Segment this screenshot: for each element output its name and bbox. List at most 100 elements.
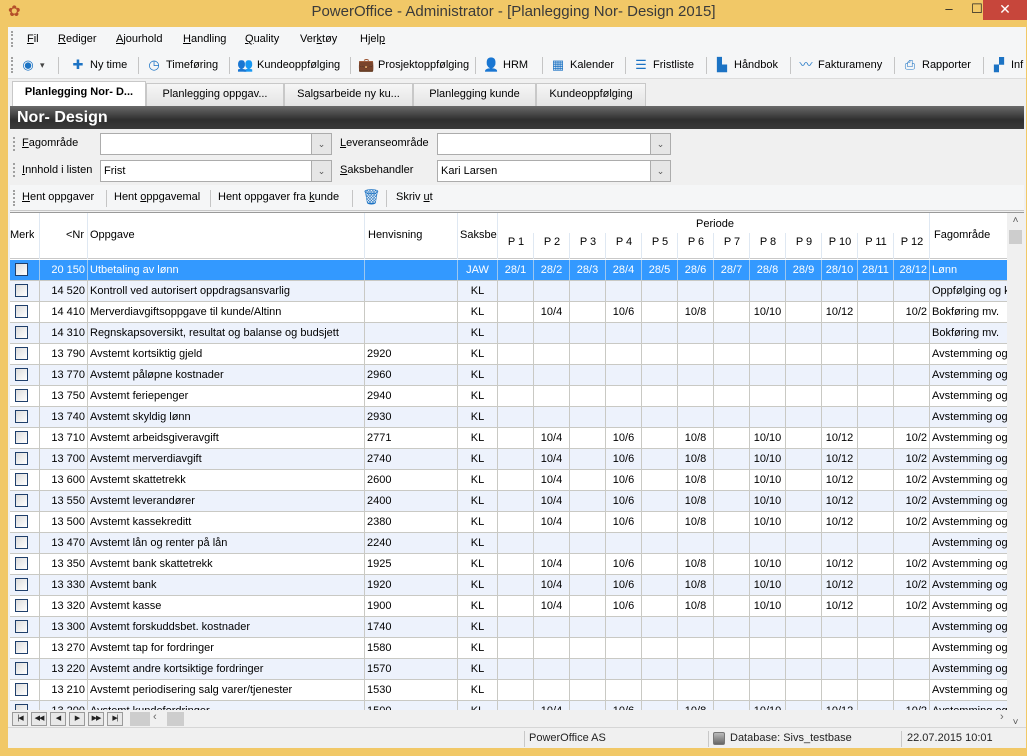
tab-4[interactable]: Kundeoppfølging	[536, 83, 646, 106]
table-row[interactable]: 13 330 Avstemt bank 1920 KL 10/4 10/6 10/8 10/1…	[10, 575, 1010, 596]
period-cell[interactable]	[858, 323, 894, 343]
period-cell[interactable]: 10/10	[750, 596, 786, 616]
period-cell[interactable]	[642, 281, 678, 301]
row-checkbox[interactable]	[15, 347, 28, 360]
period-cell[interactable]: 10/12	[822, 512, 858, 532]
period-cell[interactable]	[534, 617, 570, 637]
period-cell[interactable]	[642, 533, 678, 553]
tab-3[interactable]: Planlegging kunde	[413, 83, 536, 106]
period-cell[interactable]	[822, 659, 858, 679]
period-cell[interactable]: 10/12	[822, 449, 858, 469]
period-cell[interactable]	[822, 617, 858, 637]
period-cell[interactable]	[498, 344, 534, 364]
period-cell[interactable]	[642, 575, 678, 595]
period-cell[interactable]: 10/10	[750, 575, 786, 595]
period-cell[interactable]	[786, 365, 822, 385]
period-cell[interactable]	[750, 638, 786, 658]
table-row[interactable]: 20 150 Utbetaling av lønn JAW 28/1 28/2 28/3 2…	[10, 260, 1010, 281]
period-cell[interactable]	[642, 302, 678, 322]
period-cell[interactable]	[714, 365, 750, 385]
period-cell[interactable]: 28/10	[822, 260, 858, 280]
period-cell[interactable]	[714, 533, 750, 553]
period-cell[interactable]	[822, 638, 858, 658]
row-checkbox[interactable]	[15, 620, 28, 633]
period-cell[interactable]	[498, 575, 534, 595]
row-checkbox[interactable]	[15, 515, 28, 528]
period-cell[interactable]: 10/2	[894, 554, 930, 574]
period-cell[interactable]	[570, 344, 606, 364]
period-cell[interactable]	[714, 491, 750, 511]
row-checkbox[interactable]	[15, 368, 28, 381]
vertical-scrollbar[interactable]: ˄ ˅	[1007, 213, 1024, 727]
table-row[interactable]: 13 550 Avstemt leverandører 2400 KL 10/4 10/6…	[10, 491, 1010, 512]
period-cell[interactable]: 10/2	[894, 491, 930, 511]
period-cell[interactable]: 10/2	[894, 302, 930, 322]
period-cell[interactable]: 10/10	[750, 302, 786, 322]
menu-item[interactable]: Handling	[183, 33, 226, 45]
toolbar-grip[interactable]	[11, 57, 14, 73]
row-checkbox[interactable]	[15, 578, 28, 591]
period-cell[interactable]: 10/10	[750, 491, 786, 511]
period-cell[interactable]	[642, 491, 678, 511]
period-cell[interactable]	[858, 386, 894, 406]
column-divider[interactable]	[821, 233, 822, 259]
dropdown-arrow-icon[interactable]: ▾	[40, 60, 45, 71]
row-checkbox[interactable]	[15, 683, 28, 696]
period-cell[interactable]	[642, 680, 678, 700]
table-row[interactable]: 13 770 Avstemt påløpne kostnader 2960 KL Avs…	[10, 365, 1010, 386]
row-checkbox[interactable]	[15, 284, 28, 297]
table-row[interactable]: 13 220 Avstemt andre kortsiktige fordring…	[10, 659, 1010, 680]
period-cell[interactable]	[858, 617, 894, 637]
period-cell[interactable]: 10/8	[678, 428, 714, 448]
period-cell[interactable]: 28/4	[606, 260, 642, 280]
period-cell[interactable]	[642, 659, 678, 679]
period-cell[interactable]: 10/2	[894, 596, 930, 616]
period-cell[interactable]	[750, 680, 786, 700]
period-cell[interactable]	[714, 680, 750, 700]
period-cell[interactable]: 28/5	[642, 260, 678, 280]
period-cell[interactable]	[642, 386, 678, 406]
period-cell[interactable]	[570, 575, 606, 595]
period-cell[interactable]	[570, 512, 606, 532]
period-cell[interactable]	[714, 470, 750, 490]
period-cell[interactable]: 28/2	[534, 260, 570, 280]
period-cell[interactable]	[786, 680, 822, 700]
period-cell[interactable]	[858, 638, 894, 658]
period-cell[interactable]: 10/4	[534, 554, 570, 574]
period-cell[interactable]	[858, 428, 894, 448]
period-cell[interactable]: 10/8	[678, 470, 714, 490]
period-cell[interactable]: 10/4	[534, 302, 570, 322]
period-cell[interactable]	[858, 344, 894, 364]
period-cell[interactable]	[570, 680, 606, 700]
period-cell[interactable]	[570, 302, 606, 322]
row-checkbox[interactable]	[15, 536, 28, 549]
col-header-period[interactable]: P 1	[498, 236, 534, 248]
period-cell[interactable]	[534, 407, 570, 427]
period-cell[interactable]	[714, 407, 750, 427]
row-checkbox[interactable]	[15, 494, 28, 507]
period-cell[interactable]	[642, 470, 678, 490]
col-header-period[interactable]: P 7	[714, 236, 750, 248]
table-row[interactable]: 13 600 Avstemt skattetrekk 2600 KL 10/4 10/6 1…	[10, 470, 1010, 491]
period-cell[interactable]: 10/6	[606, 428, 642, 448]
table-row[interactable]: 13 790 Avstemt kortsiktig gjeld 2920 KL Avst…	[10, 344, 1010, 365]
period-cell[interactable]	[498, 680, 534, 700]
period-cell[interactable]	[642, 596, 678, 616]
col-header-oppgave[interactable]: Oppgave	[90, 229, 135, 241]
period-cell[interactable]	[894, 323, 930, 343]
row-checkbox[interactable]	[15, 389, 28, 402]
period-cell[interactable]	[894, 680, 930, 700]
period-cell[interactable]	[750, 365, 786, 385]
period-cell[interactable]	[498, 428, 534, 448]
period-cell[interactable]: 10/6	[606, 575, 642, 595]
col-header-saksbehandler[interactable]: Saksbe	[460, 229, 498, 241]
period-cell[interactable]: 28/8	[750, 260, 786, 280]
period-cell[interactable]	[714, 512, 750, 532]
period-cell[interactable]: 10/8	[678, 491, 714, 511]
period-cell[interactable]	[750, 344, 786, 364]
column-divider[interactable]	[929, 213, 930, 259]
col-header-period[interactable]: P 11	[858, 236, 894, 248]
period-cell[interactable]	[570, 281, 606, 301]
period-cell[interactable]	[534, 344, 570, 364]
period-cell[interactable]: 28/1	[498, 260, 534, 280]
